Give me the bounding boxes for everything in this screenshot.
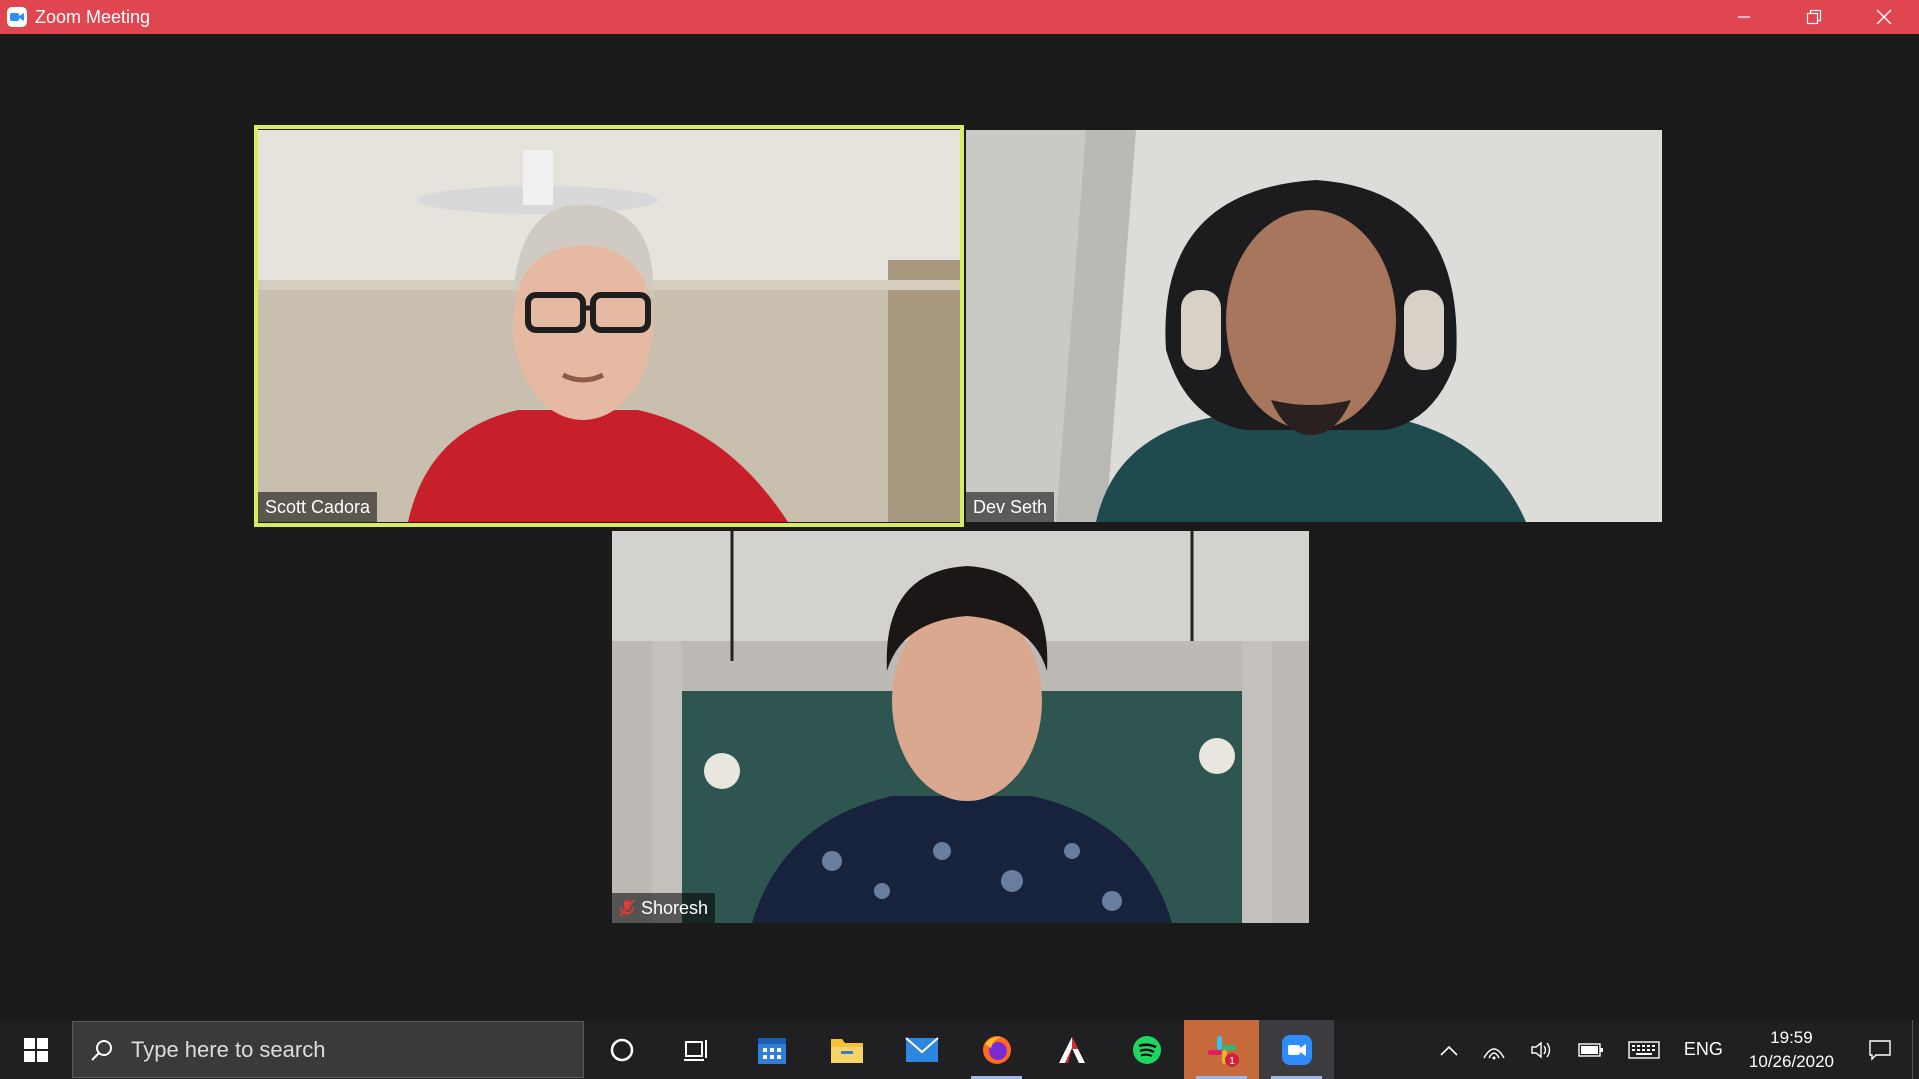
search-icon [73, 1038, 131, 1062]
video-tile-shoresh[interactable]: Shoresh [612, 531, 1309, 923]
task-view-button[interactable] [659, 1020, 734, 1079]
battery-icon [1578, 1042, 1603, 1057]
participant-name: Dev Seth [973, 496, 1048, 517]
windows-taskbar: Type here to search 1 ENG 19:59 10/26/20… [0, 1020, 1919, 1079]
touch-keyboard-button[interactable] [1616, 1020, 1672, 1079]
participant-name-tag: Shoresh [612, 893, 716, 923]
participant-name-tag: Scott Cadora [258, 492, 378, 522]
taskbar-file-explorer[interactable] [809, 1020, 884, 1079]
taskbar-zoom[interactable] [1259, 1020, 1334, 1079]
windows-logo-icon [24, 1037, 48, 1062]
action-center-button[interactable] [1848, 1020, 1912, 1079]
language-indicator: ENG [1683, 1039, 1723, 1059]
zoom-camera-icon [7, 7, 27, 27]
close-button[interactable] [1849, 0, 1919, 34]
system-tray: ENG 19:59 10/26/2020 [1428, 1020, 1919, 1079]
spotify-icon [1132, 1035, 1161, 1064]
show-hidden-icons-button[interactable] [1428, 1020, 1470, 1079]
clock-time: 19:59 [1770, 1027, 1813, 1047]
zoom-icon [1281, 1034, 1312, 1065]
meeting-gallery: Scott Cadora Dev Seth Shoresh [0, 34, 1919, 1020]
taskbar-firefox[interactable] [959, 1020, 1034, 1079]
slack-icon: 1 [1207, 1035, 1239, 1067]
taskbar-acrobat[interactable] [1034, 1020, 1109, 1079]
start-button[interactable] [0, 1020, 72, 1079]
restore-button[interactable] [1779, 0, 1849, 34]
input-language-button[interactable]: ENG [1672, 1020, 1735, 1079]
network-button[interactable] [1470, 1020, 1518, 1079]
calendar-icon [757, 1037, 786, 1064]
taskbar-calendar[interactable] [734, 1020, 809, 1079]
acrobat-icon [1058, 1036, 1085, 1063]
cortana-button[interactable] [584, 1020, 659, 1079]
firefox-icon [982, 1035, 1011, 1064]
battery-button[interactable] [1566, 1020, 1616, 1079]
muted-microphone-icon [619, 899, 635, 917]
taskbar-search-box[interactable]: Type here to search [72, 1021, 584, 1078]
participant-video [966, 130, 1662, 522]
task-view-icon [683, 1039, 707, 1061]
taskbar-mail[interactable] [884, 1020, 959, 1079]
show-desktop-button[interactable] [1912, 1020, 1919, 1079]
cortana-circle-icon [610, 1038, 633, 1061]
video-tile-scott-cadora[interactable]: Scott Cadora [258, 130, 960, 522]
taskbar-clock[interactable]: 19:59 10/26/2020 [1735, 1026, 1848, 1074]
minimize-icon [1738, 16, 1750, 18]
keyboard-icon [1628, 1040, 1660, 1059]
minimize-button[interactable] [1709, 0, 1779, 34]
participant-video [258, 130, 960, 522]
taskbar-spotify[interactable] [1109, 1020, 1184, 1079]
participant-name-tag: Dev Seth [966, 492, 1055, 522]
mail-icon [904, 1036, 939, 1062]
participant-video [612, 531, 1309, 923]
clock-date: 10/26/2020 [1748, 1051, 1834, 1071]
video-tile-dev-seth[interactable]: Dev Seth [966, 130, 1662, 522]
taskbar-slack[interactable]: 1 [1184, 1020, 1259, 1079]
restore-icon [1806, 9, 1822, 25]
notification-icon [1869, 1039, 1891, 1061]
window-title: Zoom Meeting [35, 6, 151, 27]
speaker-icon [1531, 1041, 1551, 1058]
notification-badge: 1 [1229, 1056, 1235, 1067]
participant-name: Scott Cadora [265, 496, 371, 517]
chevron-up-icon [1440, 1045, 1458, 1056]
window-title-bar: Zoom Meeting [0, 0, 1919, 34]
wifi-icon [1483, 1047, 1505, 1059]
participant-name: Shoresh [641, 897, 709, 918]
file-explorer-icon [830, 1038, 863, 1063]
search-placeholder: Type here to search [131, 1036, 326, 1062]
volume-button[interactable] [1518, 1020, 1566, 1079]
close-icon [1876, 9, 1892, 25]
